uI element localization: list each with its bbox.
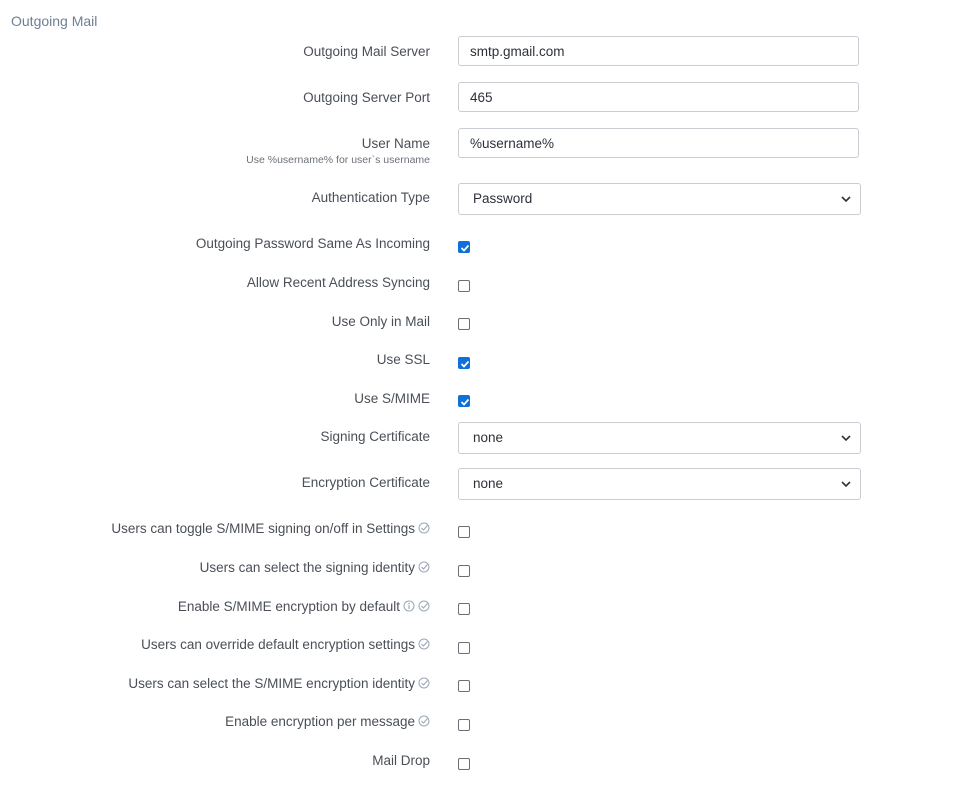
use-smime-checkbox[interactable]: [458, 395, 470, 407]
user-setting-check-icon: [418, 715, 430, 727]
server-input[interactable]: [458, 36, 859, 66]
user-setting-check-icon: [418, 522, 430, 534]
override-encryption-label: Users can override default encryption se…: [141, 637, 430, 652]
checkmark-icon: [460, 244, 470, 252]
enable-encryption-default-checkbox[interactable]: [458, 603, 470, 615]
username-label: User Name: [361, 136, 430, 151]
user-setting-check-icon: [418, 677, 430, 689]
override-encryption-checkbox[interactable]: [458, 642, 470, 654]
encryption-cert-value: none: [473, 476, 504, 491]
outgoing-mail-settings: Outgoing Mail Outgoing Mail Server Outgo…: [0, 0, 953, 787]
username-hint: Use %username% for user`s username: [246, 154, 430, 166]
select-signing-identity-label: Users can select the signing identity: [200, 560, 430, 575]
use-smime-label: Use S/MIME: [354, 391, 430, 406]
auth-type-label: Authentication Type: [311, 190, 430, 205]
toggle-signing-checkbox[interactable]: [458, 526, 470, 538]
chevron-down-icon: [841, 196, 851, 203]
password-same-checkbox[interactable]: [458, 241, 470, 253]
encryption-per-message-text: Enable encryption per message: [225, 714, 415, 729]
user-setting-check-icon: [418, 638, 430, 650]
password-same-label: Outgoing Password Same As Incoming: [195, 236, 430, 251]
recent-sync-checkbox[interactable]: [458, 280, 470, 292]
select-signing-identity-checkbox[interactable]: [458, 565, 470, 577]
chevron-down-icon: [841, 481, 851, 488]
use-ssl-checkbox[interactable]: [458, 357, 470, 369]
signing-cert-label: Signing Certificate: [320, 429, 430, 444]
mail-drop-label: Mail Drop: [372, 753, 430, 768]
use-ssl-label: Use SSL: [376, 352, 430, 367]
select-encryption-identity-checkbox[interactable]: [458, 680, 470, 692]
auth-type-select[interactable]: Password: [458, 183, 861, 215]
server-label: Outgoing Mail Server: [303, 44, 430, 59]
enable-encryption-default-text: Enable S/MIME encryption by default: [177, 599, 400, 614]
encryption-per-message-checkbox[interactable]: [458, 719, 470, 731]
section-title: Outgoing Mail: [11, 13, 98, 29]
encryption-cert-select[interactable]: none: [458, 468, 861, 500]
auth-type-value: Password: [473, 191, 533, 206]
signing-cert-value: none: [473, 430, 504, 445]
mail-drop-checkbox[interactable]: [458, 758, 470, 770]
only-mail-checkbox[interactable]: [458, 318, 470, 330]
enable-encryption-default-label: Enable S/MIME encryption by default: [178, 599, 430, 614]
only-mail-label: Use Only in Mail: [331, 314, 430, 329]
toggle-signing-label: Users can toggle S/MIME signing on/off i…: [111, 521, 430, 536]
recent-sync-label: Allow Recent Address Syncing: [246, 275, 430, 290]
select-signing-identity-text: Users can select the signing identity: [199, 560, 415, 575]
select-encryption-identity-text: Users can select the S/MIME encryption i…: [128, 676, 415, 691]
encryption-cert-label: Encryption Certificate: [301, 475, 430, 490]
user-setting-check-icon: [418, 561, 430, 573]
checkmark-icon: [460, 398, 470, 406]
override-encryption-text: Users can override default encryption se…: [141, 637, 415, 652]
signing-cert-select[interactable]: none: [458, 422, 861, 454]
port-label: Outgoing Server Port: [303, 90, 430, 105]
encryption-per-message-label: Enable encryption per message: [225, 714, 430, 729]
username-input[interactable]: [458, 128, 859, 158]
info-icon[interactable]: [403, 600, 415, 612]
select-encryption-identity-label: Users can select the S/MIME encryption i…: [128, 676, 430, 691]
port-input[interactable]: [458, 82, 859, 112]
checkmark-icon: [460, 360, 470, 368]
user-setting-check-icon: [418, 600, 430, 612]
chevron-down-icon: [841, 435, 851, 442]
toggle-signing-text: Users can toggle S/MIME signing on/off i…: [111, 521, 415, 536]
